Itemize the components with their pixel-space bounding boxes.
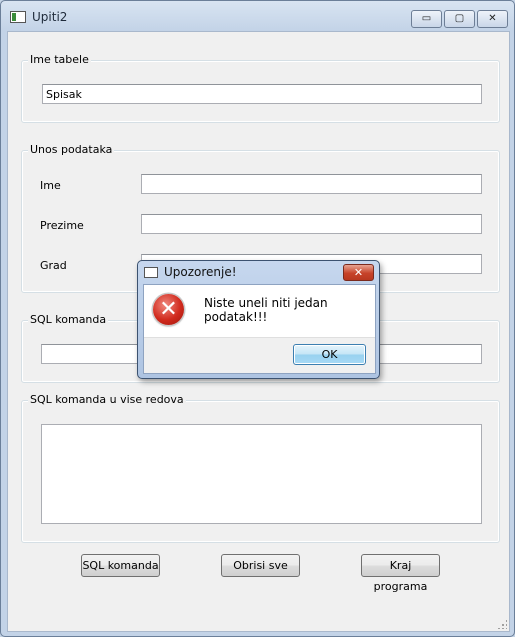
sql-vise-redova-textarea[interactable] bbox=[41, 424, 482, 524]
ime-label: Ime bbox=[40, 179, 61, 192]
ime-tabele-group: Ime tabele bbox=[21, 53, 500, 123]
prezime-label: Prezime bbox=[40, 219, 84, 232]
sql-vise-redova-group: SQL komanda u vise redova bbox=[21, 393, 500, 543]
kraj-programa-button[interactable]: Kraj programa bbox=[361, 554, 440, 593]
ime-input[interactable] bbox=[141, 174, 482, 194]
dialog-title: Upozorenje! bbox=[164, 265, 237, 279]
ime-tabele-input[interactable] bbox=[42, 84, 482, 104]
app-icon bbox=[10, 11, 26, 23]
dialog-close-button[interactable]: ✕ bbox=[343, 264, 374, 281]
dialog-body: ✕ Niste uneli niti jedan podatak!!! OK bbox=[143, 284, 376, 374]
sql-vise-redova-title: SQL komanda u vise redova bbox=[28, 393, 186, 406]
ok-button[interactable]: OK bbox=[293, 344, 366, 365]
minimize-button[interactable]: ▭ bbox=[411, 10, 442, 28]
error-icon: ✕ bbox=[153, 294, 184, 325]
obrisi-sve-button[interactable]: Obrisi sve bbox=[221, 554, 300, 577]
window-title: Upiti2 bbox=[32, 10, 68, 24]
title-bar[interactable]: Upiti2 ▭ ▢ ✕ bbox=[1, 1, 514, 31]
maximize-button[interactable]: ▢ bbox=[444, 10, 475, 28]
warning-dialog: Upozorenje! ✕ ✕ Niste uneli niti jedan p… bbox=[137, 260, 380, 379]
prezime-input[interactable] bbox=[141, 214, 482, 234]
sql-komanda-button[interactable]: SQL komanda bbox=[81, 554, 160, 577]
ime-tabele-title: Ime tabele bbox=[28, 53, 91, 66]
unos-podataka-title: Unos podataka bbox=[28, 143, 115, 156]
dialog-close-icon: ✕ bbox=[353, 266, 364, 279]
dialog-message: Niste uneli niti jedan podatak!!! bbox=[204, 296, 328, 324]
close-icon: ✕ bbox=[488, 13, 497, 24]
close-button[interactable]: ✕ bbox=[477, 10, 508, 28]
dialog-message-area: ✕ Niste uneli niti jedan podatak!!! bbox=[144, 285, 375, 338]
sql-komanda-title: SQL komanda bbox=[28, 313, 109, 326]
grad-label: Grad bbox=[40, 259, 67, 272]
dialog-app-icon bbox=[144, 267, 158, 278]
maximize-icon: ▢ bbox=[454, 13, 465, 24]
minimize-icon: ▭ bbox=[421, 13, 432, 24]
resize-grip-icon[interactable] bbox=[497, 619, 507, 629]
